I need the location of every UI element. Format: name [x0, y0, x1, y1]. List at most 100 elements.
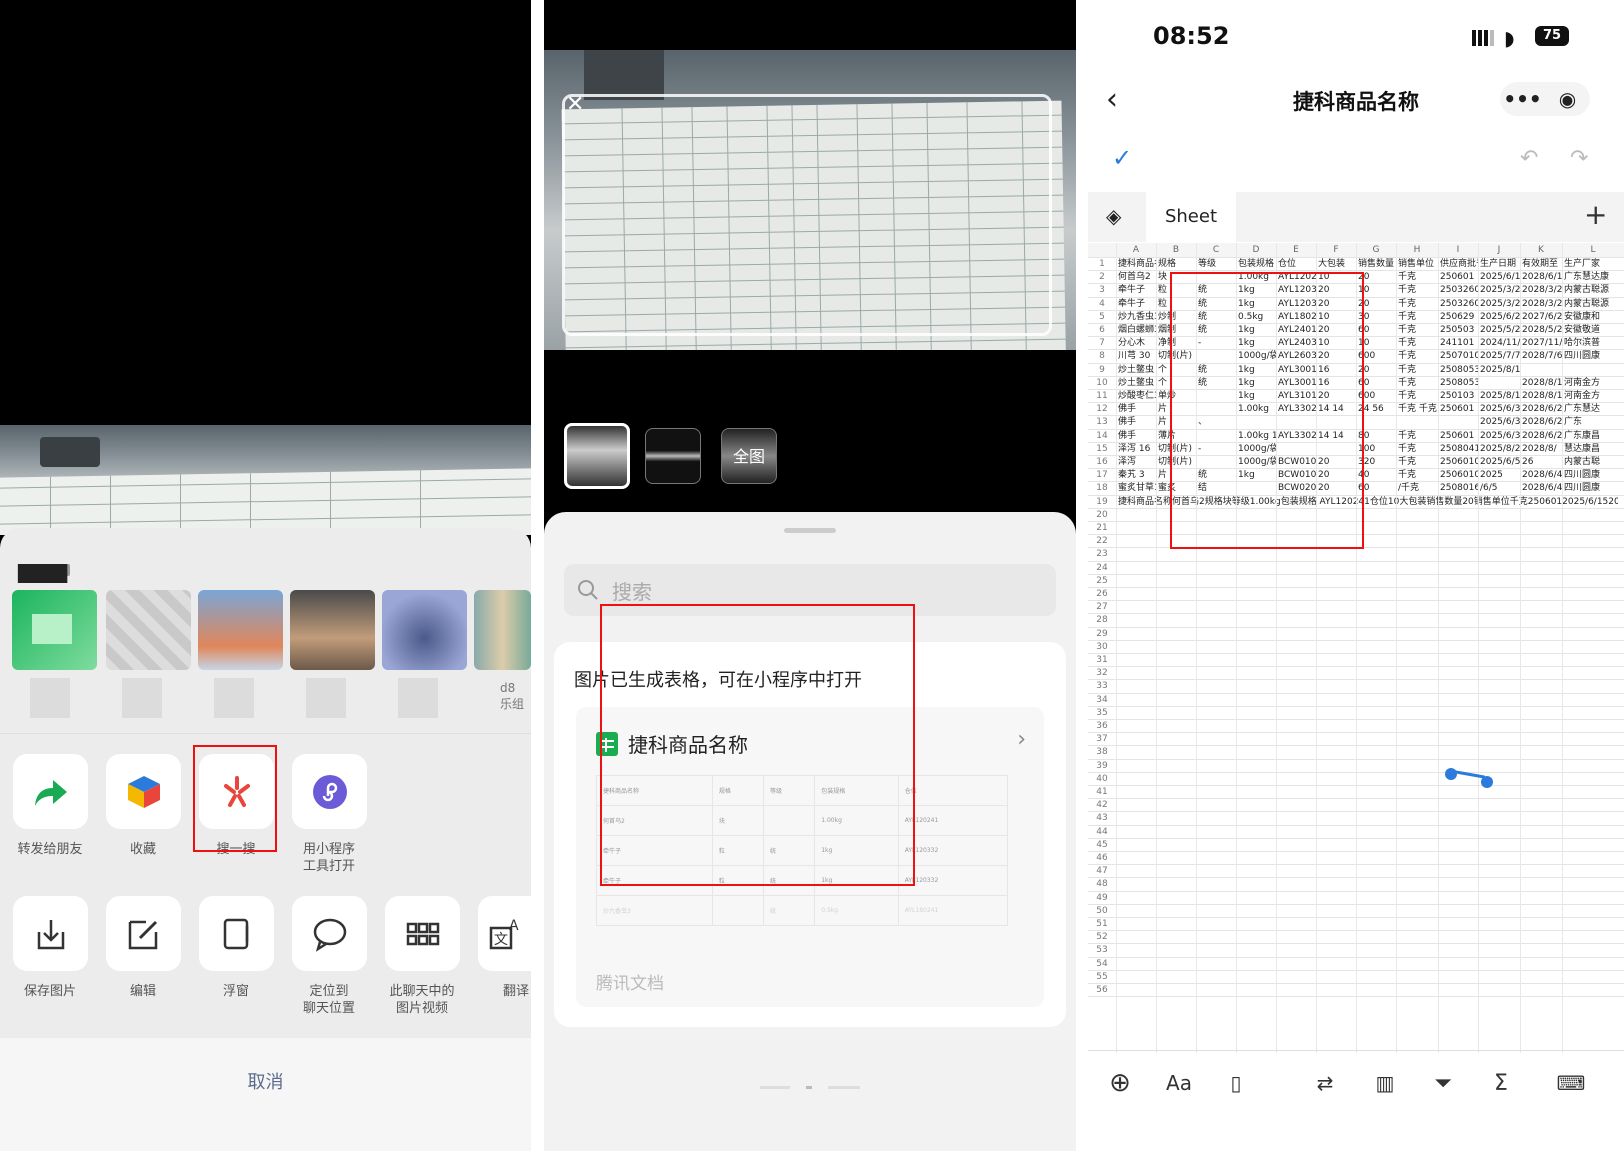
favorite-button[interactable]: [106, 754, 181, 829]
table-cell[interactable]: 250601: [1440, 430, 1478, 443]
column-letter[interactable]: B: [1156, 243, 1196, 258]
table-cell[interactable]: 等级: [1198, 258, 1236, 271]
table-cell[interactable]: 包装规格: [1238, 258, 1276, 271]
table-cell[interactable]: 2025/8/15: [1480, 364, 1520, 377]
undo-icon[interactable]: ↶: [1520, 146, 1538, 171]
table-cell[interactable]: 千克: [1398, 311, 1438, 324]
table-cell[interactable]: 生产厂家: [1564, 258, 1624, 271]
table-cell[interactable]: 千克: [1398, 377, 1438, 390]
table-cell[interactable]: 2028/5/28: [1522, 324, 1562, 337]
table-cell[interactable]: 有效期至: [1522, 258, 1562, 271]
table-cell[interactable]: 2027/11/2: [1522, 337, 1562, 350]
column-letter[interactable]: J: [1478, 243, 1520, 258]
freeze-icon[interactable]: ▥: [1370, 1068, 1400, 1098]
table-cell[interactable]: 2025/6/3: [1480, 403, 1520, 416]
table-cell[interactable]: 炒土鳖虫: [1118, 377, 1156, 390]
table-cell[interactable]: 蜜炙甘草1: [1118, 482, 1156, 495]
forward-button[interactable]: [13, 754, 88, 829]
font-icon[interactable]: Aa: [1164, 1068, 1194, 1098]
column-letter[interactable]: D: [1236, 243, 1276, 258]
table-cell[interactable]: 2028/6/2: [1522, 403, 1562, 416]
translate-button[interactable]: 文A: [478, 896, 531, 971]
table-cell[interactable]: 生产日期: [1480, 258, 1520, 271]
column-letter[interactable]: L: [1562, 243, 1624, 258]
table-cell[interactable]: 广东慧达康: [1564, 271, 1624, 284]
table-cell[interactable]: 250103: [1440, 390, 1478, 403]
table-cell[interactable]: 四川圆康: [1564, 469, 1624, 482]
table-cell[interactable]: 2027/6/28: [1522, 311, 1562, 324]
table-cell[interactable]: 仓位: [1278, 258, 1316, 271]
table-cell[interactable]: 2028/7/6: [1522, 350, 1562, 363]
table-cell[interactable]: 2025/8/15: [1480, 390, 1520, 403]
table-cell[interactable]: 千克: [1398, 350, 1438, 363]
table-cell[interactable]: 广东康昌: [1564, 430, 1624, 443]
table-cell[interactable]: 安徽敬道: [1564, 324, 1624, 337]
table-cell[interactable]: 2025/8/27: [1480, 443, 1520, 456]
table-cell[interactable]: 内蒙古聪源: [1564, 284, 1624, 297]
table-cell[interactable]: 25032601: [1440, 284, 1478, 297]
more-icon[interactable]: •••: [1500, 87, 1545, 111]
contact-avatar[interactable]: [290, 590, 375, 670]
table-cell[interactable]: 佛手: [1118, 430, 1156, 443]
table-cell[interactable]: 千克: [1398, 298, 1438, 311]
table-cell[interactable]: 2028/8/14: [1522, 390, 1562, 403]
table-cell[interactable]: [1398, 496, 1438, 509]
table-cell[interactable]: 241101: [1440, 337, 1478, 350]
contact-avatar[interactable]: [198, 590, 283, 670]
table-cell[interactable]: 千克: [1398, 469, 1438, 482]
edit-button[interactable]: [106, 896, 181, 971]
table-cell[interactable]: 25070101: [1440, 350, 1478, 363]
table-cell[interactable]: 250601: [1440, 271, 1478, 284]
table-cell[interactable]: /6/5: [1480, 482, 1520, 495]
table-cell[interactable]: 分心木: [1118, 337, 1156, 350]
table-cell[interactable]: [1522, 496, 1562, 509]
table-cell[interactable]: 2025/7/7: [1480, 350, 1520, 363]
wrap-icon[interactable]: ⇄: [1310, 1068, 1340, 1098]
table-cell[interactable]: 泽泻 16: [1118, 443, 1156, 456]
table-cell[interactable]: 2508016: [1440, 482, 1478, 495]
table-cell[interactable]: 川芎 30: [1118, 350, 1156, 363]
contact-avatar[interactable]: [382, 590, 467, 670]
selection-handle[interactable]: [1445, 768, 1495, 788]
table-cell[interactable]: 25032601: [1440, 298, 1478, 311]
table-cell[interactable]: 河南金方: [1564, 377, 1624, 390]
add-sheet-icon[interactable]: +: [1584, 198, 1607, 231]
table-cell[interactable]: [1440, 416, 1478, 429]
table-cell[interactable]: 炒九香虫3: [1118, 311, 1156, 324]
mini-program-button[interactable]: [292, 754, 367, 829]
table-cell[interactable]: 2025/5/29: [1480, 324, 1520, 337]
column-letter[interactable]: H: [1396, 243, 1438, 258]
table-cell[interactable]: 2028/8/: [1522, 443, 1562, 456]
table-cell[interactable]: 2028/6/4: [1522, 469, 1562, 482]
locate-chat-button[interactable]: [292, 896, 367, 971]
table-cell[interactable]: 烟白螺蛳3: [1118, 324, 1156, 337]
contact-avatar[interactable]: [12, 590, 97, 670]
column-letter[interactable]: A: [1116, 243, 1156, 258]
close-target-icon[interactable]: ◉: [1545, 87, 1590, 111]
table-cell[interactable]: 大包装: [1318, 258, 1356, 271]
table-cell[interactable]: 2508053: [1440, 377, 1478, 390]
column-letter[interactable]: G: [1356, 243, 1396, 258]
sheet-tab[interactable]: Sheet: [1146, 192, 1236, 242]
table-cell[interactable]: 炒酸枣仁3: [1118, 390, 1156, 403]
table-cell[interactable]: 广东: [1564, 416, 1624, 429]
table-cell[interactable]: 四川圆康: [1564, 350, 1624, 363]
table-cell[interactable]: [1522, 364, 1562, 377]
table-cell[interactable]: 2025: [1480, 469, 1520, 482]
table-cell[interactable]: 佛手: [1118, 403, 1156, 416]
contact-avatar[interactable]: [106, 590, 191, 670]
table-cell[interactable]: [1440, 496, 1478, 509]
close-icon[interactable]: ✕: [566, 92, 584, 117]
table-cell[interactable]: [1564, 496, 1624, 509]
sum-icon[interactable]: Σ: [1486, 1068, 1516, 1098]
column-letter[interactable]: K: [1520, 243, 1562, 258]
table-cell[interactable]: 销售单位: [1398, 258, 1438, 271]
table-cell[interactable]: 捷科商品名: [1118, 258, 1156, 271]
table-cell[interactable]: 内蒙古聪: [1564, 456, 1624, 469]
table-cell[interactable]: 安徽康和: [1564, 311, 1624, 324]
table-cell[interactable]: 千克: [1398, 284, 1438, 297]
column-letter[interactable]: E: [1276, 243, 1316, 258]
table-cell[interactable]: 2024/11/2: [1480, 337, 1520, 350]
table-cell[interactable]: 销售数量: [1358, 258, 1396, 271]
table-cell[interactable]: 2025/6/5: [1480, 456, 1520, 469]
